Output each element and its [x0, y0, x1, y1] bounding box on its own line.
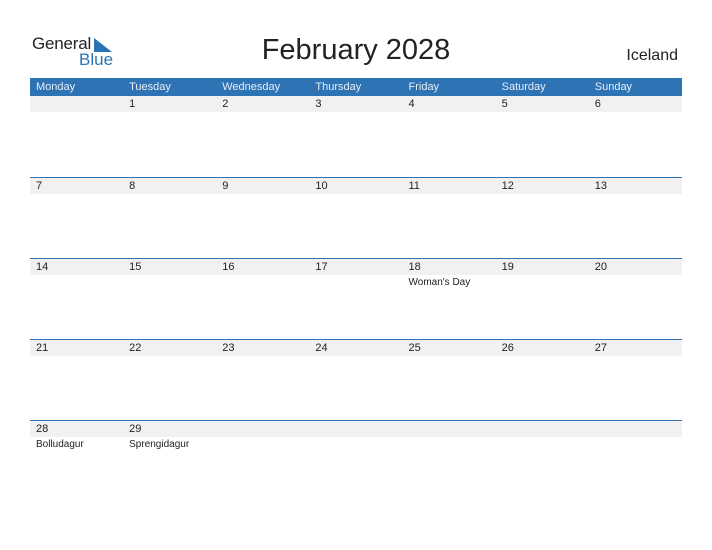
day-number: 15 — [123, 259, 217, 275]
day-cell — [216, 421, 310, 450]
day-number: 27 — [588, 340, 682, 356]
week-row: 7 8 9 10 11 12 13 — [30, 177, 682, 258]
day-number: 26 — [495, 340, 589, 356]
day-cell: 28 Bolludagur — [30, 421, 124, 450]
day-cell: 11 — [402, 178, 496, 194]
day-cell: 19 — [495, 259, 589, 288]
day-number — [402, 421, 496, 437]
day-number: 17 — [309, 259, 403, 275]
day-cell: 21 — [30, 340, 124, 356]
day-number — [216, 421, 310, 437]
weekday-monday: Monday — [36, 81, 76, 93]
day-number — [495, 421, 589, 437]
day-number — [588, 421, 682, 437]
day-number — [30, 96, 124, 112]
day-cell: 14 — [30, 259, 124, 288]
day-number: 14 — [30, 259, 124, 275]
day-cell: 23 — [216, 340, 310, 356]
holiday-label: Sprengidagur — [129, 439, 190, 450]
day-number: 2 — [216, 96, 310, 112]
day-number: 3 — [309, 96, 403, 112]
day-cell — [495, 421, 589, 450]
day-number: 28 — [30, 421, 124, 437]
day-number: 12 — [495, 178, 589, 194]
day-number: 19 — [495, 259, 589, 275]
day-cell: 1 — [123, 96, 217, 112]
day-cell: 22 — [123, 340, 217, 356]
day-number: 29 — [123, 421, 217, 437]
day-cell: 12 — [495, 178, 589, 194]
page-title: February 2028 — [261, 34, 451, 66]
day-cell: 5 — [495, 96, 589, 112]
weekday-tuesday: Tuesday — [129, 81, 171, 93]
day-cell: 3 — [309, 96, 403, 112]
weekday-wednesday: Wednesday — [222, 81, 281, 93]
holiday-label: Bolludagur — [36, 439, 84, 450]
day-cell: 16 — [216, 259, 310, 288]
day-number: 9 — [216, 178, 310, 194]
week-row: 28 Bolludagur 29 Sprengidagur — [30, 420, 682, 501]
day-number: 16 — [216, 259, 310, 275]
day-cell — [30, 96, 124, 112]
day-number: 11 — [402, 178, 496, 194]
day-cell — [588, 421, 682, 450]
day-cell: 20 — [588, 259, 682, 288]
day-cell: 17 — [309, 259, 403, 288]
day-cell: 6 — [588, 96, 682, 112]
day-cell: 10 — [309, 178, 403, 194]
weekday-friday: Friday — [408, 81, 440, 93]
weekday-thursday: Thursday — [315, 81, 362, 93]
day-number: 6 — [588, 96, 682, 112]
day-number: 8 — [123, 178, 217, 194]
day-cell: 24 — [309, 340, 403, 356]
calendar-grid: Monday Tuesday Wednesday Thursday Friday… — [30, 78, 682, 501]
day-number: 18 — [402, 259, 496, 275]
day-cell: 9 — [216, 178, 310, 194]
day-number: 4 — [402, 96, 496, 112]
day-cell — [309, 421, 403, 450]
day-number — [309, 421, 403, 437]
day-number: 20 — [588, 259, 682, 275]
day-cell: 13 — [588, 178, 682, 194]
week-row: 21 22 23 24 25 26 27 — [30, 339, 682, 420]
day-number: 22 — [123, 340, 217, 356]
day-number: 5 — [495, 96, 589, 112]
day-cell: 26 — [495, 340, 589, 356]
week-row: 123456 — [30, 96, 682, 177]
day-number: 24 — [309, 340, 403, 356]
day-number: 10 — [309, 178, 403, 194]
day-cell: 7 — [30, 178, 124, 194]
week-row: 14 15 16 17 18 Woman's Day 19 20 — [30, 258, 682, 339]
day-number: 13 — [588, 178, 682, 194]
day-cell: 8 — [123, 178, 217, 194]
day-cell: 4 — [402, 96, 496, 112]
day-cell: 2 — [216, 96, 310, 112]
holiday-label: Woman's Day — [408, 277, 471, 288]
country-label: Iceland — [626, 47, 678, 64]
weekday-saturday: Saturday — [501, 81, 546, 93]
day-cell: 18 Woman's Day — [402, 259, 496, 288]
day-cell: 27 — [588, 340, 682, 356]
day-number: 21 — [30, 340, 124, 356]
day-number: 23 — [216, 340, 310, 356]
day-cell — [402, 421, 496, 450]
day-number: 7 — [30, 178, 124, 194]
weekday-header: Monday Tuesday Wednesday Thursday Friday… — [30, 78, 682, 96]
day-cell: 25 — [402, 340, 496, 356]
day-cell: 15 — [123, 259, 217, 288]
day-cell: 29 Sprengidagur — [123, 421, 217, 450]
day-number: 25 — [402, 340, 496, 356]
day-number: 1 — [123, 96, 217, 112]
weekday-sunday: Sunday — [594, 81, 633, 93]
